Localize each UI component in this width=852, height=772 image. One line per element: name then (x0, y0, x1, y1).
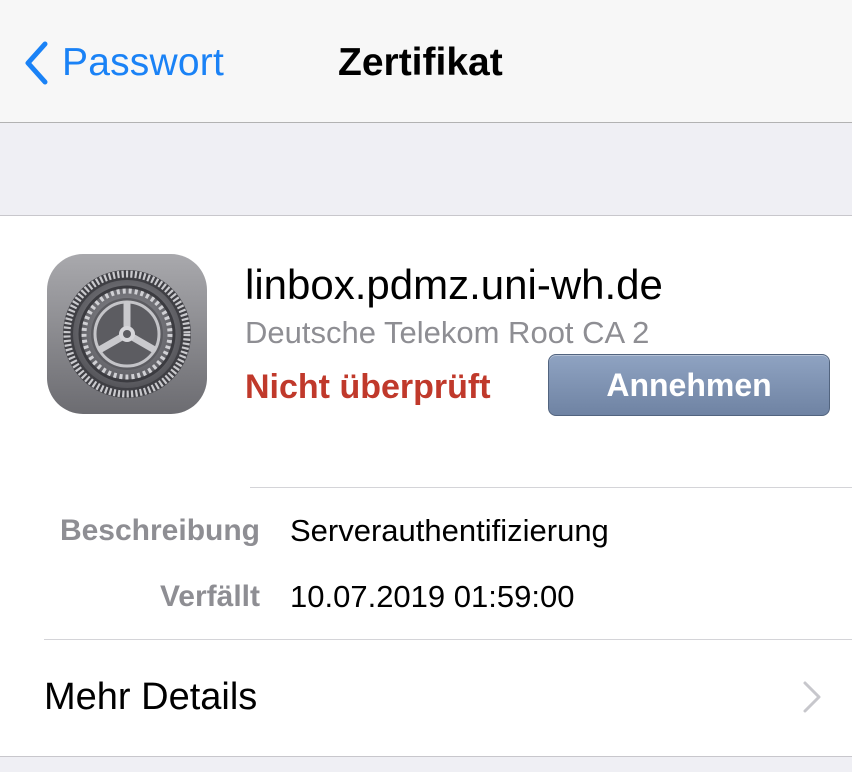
back-button-label: Passwort (62, 41, 224, 84)
detail-row-description: Beschreibung Serverauthentifizierung (0, 509, 852, 553)
detail-value: Serverauthentifizierung (290, 513, 609, 548)
detail-row-expires: Verfällt 10.07.2019 01:59:00 (0, 575, 852, 619)
settings-gear-icon (47, 254, 207, 414)
more-details-label: Mehr Details (44, 676, 258, 718)
certificate-status: Nicht überprüft (245, 368, 491, 406)
chevron-left-icon (25, 41, 48, 85)
detail-key: Beschreibung (59, 514, 260, 547)
certificate-screen: Passwort Zertifikat linbox.pdmz.uni-wh.d… (0, 0, 852, 772)
chevron-right-icon (803, 681, 821, 713)
detail-key: Verfällt (159, 580, 260, 613)
certificate-card: linbox.pdmz.uni-wh.de Deutsche Telekom R… (0, 216, 852, 756)
more-details-row[interactable]: Mehr Details (0, 640, 852, 756)
certificate-name: linbox.pdmz.uni-wh.de (245, 261, 663, 308)
navigation-bar: Passwort Zertifikat (0, 0, 852, 123)
section-spacer (0, 123, 852, 216)
detail-value: 10.07.2019 01:59:00 (290, 579, 575, 614)
accept-button[interactable]: Annehmen (548, 354, 830, 416)
page-title: Zertifikat (338, 41, 503, 84)
divider (250, 487, 852, 488)
back-button[interactable]: Passwort (24, 38, 224, 88)
bottom-spacer (0, 756, 852, 772)
certificate-issuer: Deutsche Telekom Root CA 2 (245, 315, 650, 350)
